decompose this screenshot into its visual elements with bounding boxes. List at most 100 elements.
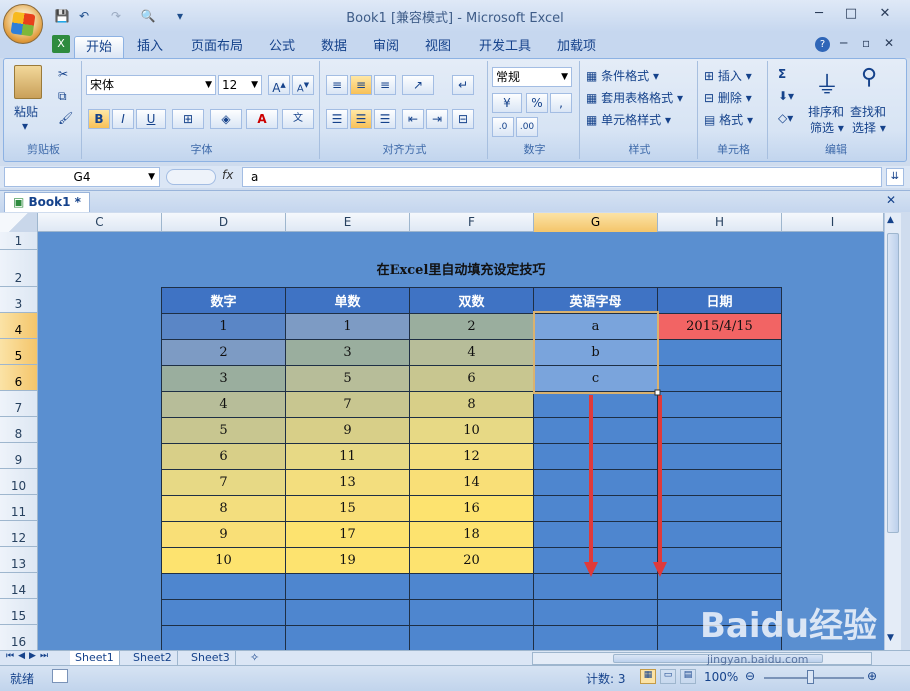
italic-button[interactable]: I: [112, 109, 134, 129]
paste-button[interactable]: 粘贴: [14, 103, 38, 120]
close-workbook-icon[interactable]: ✕: [886, 193, 896, 207]
conditional-format-button[interactable]: ▦ 条件格式 ▾: [586, 67, 659, 84]
insert-cells-button[interactable]: ⊞ 插入 ▾: [704, 67, 752, 84]
col-header-f[interactable]: F: [410, 213, 534, 232]
find-select-icon[interactable]: ⚲: [854, 65, 884, 97]
align-right-icon[interactable]: ☰: [374, 109, 396, 129]
paste-icon[interactable]: [14, 65, 42, 99]
row-header-13[interactable]: 13: [0, 547, 37, 573]
row-header-5[interactable]: 5: [0, 339, 37, 365]
row-header-8[interactable]: 8: [0, 417, 37, 443]
tab-home[interactable]: 开始: [74, 36, 125, 58]
wb-restore-icon[interactable]: ▫: [862, 36, 870, 50]
increase-indent-icon[interactable]: ⇥: [426, 109, 448, 129]
orientation-icon[interactable]: ↗: [402, 75, 434, 95]
row-header-16[interactable]: 16: [0, 625, 37, 650]
col-header-c[interactable]: C: [38, 213, 162, 232]
format-painter-icon[interactable]: 🖌: [58, 111, 73, 125]
fill-icon[interactable]: ⬇▾: [778, 89, 794, 103]
cell-styles-button[interactable]: ▦ 单元格样式 ▾: [586, 111, 671, 128]
row-header-14[interactable]: 14: [0, 573, 37, 599]
sheet-tab-3[interactable]: Sheet3: [186, 651, 236, 666]
maximize-button[interactable]: □: [840, 5, 862, 23]
row-header-7[interactable]: 7: [0, 391, 37, 417]
normal-view-icon[interactable]: ▦: [640, 669, 656, 684]
scroll-down-icon[interactable]: ▼: [887, 633, 894, 643]
zoom-in-icon[interactable]: ⊕: [867, 669, 877, 683]
row-header-4[interactable]: 4: [0, 313, 37, 339]
align-top-icon[interactable]: ≡: [326, 75, 348, 95]
wrap-text-icon[interactable]: ↵: [452, 75, 474, 95]
help-icon[interactable]: ?: [815, 37, 830, 52]
vertical-scrollbar[interactable]: ▲ ▼: [884, 213, 901, 650]
sheet-tab-1[interactable]: Sheet1: [70, 651, 120, 666]
sheet-nav-icon[interactable]: ⏮◀▶⏭: [6, 651, 52, 661]
align-bottom-icon[interactable]: ≡: [374, 75, 396, 95]
sort-filter-label-2[interactable]: 筛选 ▾: [810, 119, 844, 136]
shrink-font-button[interactable]: A▼: [292, 75, 314, 95]
find-select-label[interactable]: 查找和: [850, 103, 886, 120]
font-color-icon[interactable]: A: [246, 109, 278, 129]
close-button[interactable]: ✕: [874, 5, 896, 23]
row-header-3[interactable]: 3: [0, 287, 37, 313]
scroll-thumb[interactable]: [887, 233, 899, 533]
insert-function-icon[interactable]: fx: [222, 168, 233, 182]
decrease-indent-icon[interactable]: ⇤: [402, 109, 424, 129]
font-size-select[interactable]: 12 ▼: [218, 75, 262, 95]
tab-page-layout[interactable]: 页面布局: [180, 36, 254, 58]
row-header-6[interactable]: 6: [0, 365, 37, 391]
paste-dropdown-icon[interactable]: ▾: [22, 119, 28, 133]
row-header-11[interactable]: 11: [0, 495, 37, 521]
comma-button[interactable]: ,: [550, 93, 572, 113]
sheet-area[interactable]: 在Excel里自动填充设定技巧 数字 单数 双数 英语字母 日期 1 1 2 a 2015/4/1…: [38, 232, 884, 650]
row-header-15[interactable]: 15: [0, 599, 37, 625]
row-header-2[interactable]: 2: [0, 250, 37, 287]
tab-data[interactable]: 数据: [310, 36, 358, 58]
currency-icon[interactable]: ¥: [492, 93, 522, 113]
zoom-level[interactable]: 100%: [704, 670, 738, 684]
format-cells-button[interactable]: ▤ 格式 ▾: [704, 111, 753, 128]
col-header-d[interactable]: D: [162, 213, 286, 232]
increase-decimal-icon[interactable]: .0: [492, 117, 514, 137]
name-box[interactable]: G4 ▼: [4, 167, 160, 187]
decrease-decimal-icon[interactable]: .00: [516, 117, 538, 137]
borders-icon[interactable]: ⊞: [172, 109, 204, 129]
cut-icon[interactable]: ✂: [58, 67, 68, 81]
minimize-button[interactable]: ─: [808, 5, 830, 23]
row-header-9[interactable]: 9: [0, 443, 37, 469]
tab-addins[interactable]: 加载项: [546, 36, 607, 58]
page-break-view-icon[interactable]: ▤: [680, 669, 696, 684]
row-header-1[interactable]: 1: [0, 232, 37, 250]
workbook-tab[interactable]: ▣ Book1 *: [4, 192, 90, 212]
number-format-select[interactable]: 常规 ▼: [492, 67, 572, 87]
office-button[interactable]: [3, 4, 43, 44]
find-select-label-2[interactable]: 选择 ▾: [852, 119, 886, 136]
percent-button[interactable]: %: [526, 93, 548, 113]
zoom-slider[interactable]: [764, 677, 864, 679]
col-header-i[interactable]: I: [782, 213, 884, 232]
col-header-e[interactable]: E: [286, 213, 410, 232]
tab-view[interactable]: 视图: [414, 36, 462, 58]
bold-button[interactable]: B: [88, 109, 110, 129]
underline-button[interactable]: U: [136, 109, 166, 129]
clear-icon[interactable]: ◇▾: [778, 111, 793, 125]
merge-center-icon[interactable]: ⊟: [452, 109, 474, 129]
font-name-select[interactable]: 宋体 ▼: [86, 75, 216, 95]
zoom-out-icon[interactable]: ⊖: [745, 669, 755, 683]
tab-formulas[interactable]: 公式: [258, 36, 306, 58]
sort-filter-icon[interactable]: ⏚: [812, 65, 842, 99]
tab-insert[interactable]: 插入: [126, 36, 174, 58]
format-as-table-button[interactable]: ▦ 套用表格格式 ▾: [586, 89, 683, 106]
expand-formula-icon[interactable]: ⇊: [886, 168, 904, 186]
copy-icon[interactable]: ⧉: [58, 89, 67, 104]
select-all-button[interactable]: [0, 213, 38, 232]
horizontal-scrollbar[interactable]: [532, 652, 872, 665]
tab-developer[interactable]: 开发工具: [468, 36, 542, 58]
formula-input[interactable]: a: [242, 167, 882, 187]
align-middle-icon[interactable]: ≡: [350, 75, 372, 95]
phonetic-icon[interactable]: 文: [282, 109, 314, 129]
row-header-12[interactable]: 12: [0, 521, 37, 547]
wb-close-icon[interactable]: ✕: [884, 36, 894, 50]
fill-handle[interactable]: [654, 389, 661, 396]
zoom-slider-thumb[interactable]: [807, 670, 814, 684]
